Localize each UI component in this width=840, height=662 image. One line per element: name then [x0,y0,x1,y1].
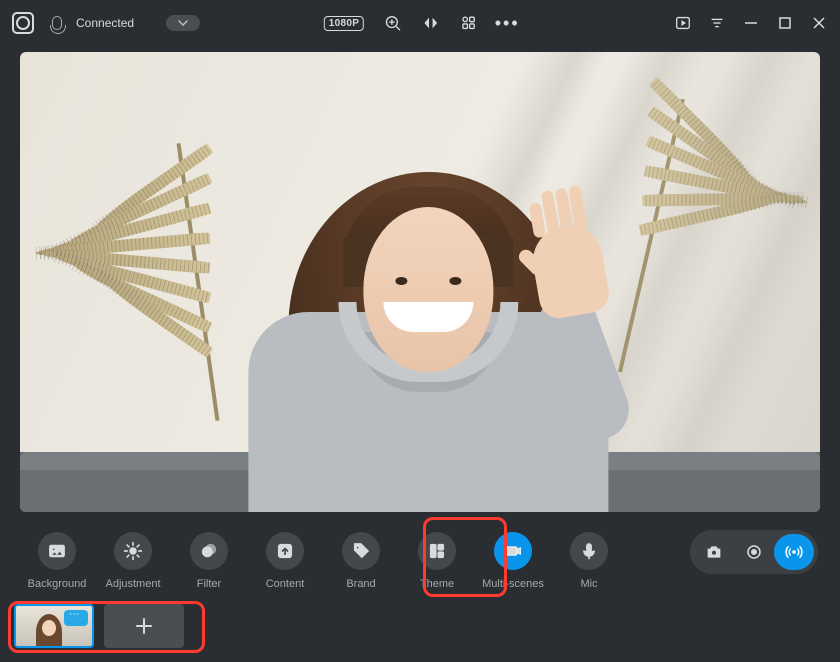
tool-label: Content [266,578,305,590]
title-bar: Connected 1080P ••• [0,0,840,46]
mirror-icon[interactable] [422,14,440,32]
tool-label: Filter [197,578,221,590]
tool-label: Adjustment [105,578,160,590]
minimize-button[interactable] [742,14,760,32]
close-button[interactable] [810,14,828,32]
tool-theme[interactable]: Theme [402,526,472,596]
tool-content[interactable]: Content [250,526,320,596]
scene-strip [14,604,184,648]
video-preview[interactable] [20,52,820,512]
grid-icon[interactable] [460,14,478,32]
mic-status-icon [52,16,62,30]
tool-label: Background [28,578,87,590]
tool-label: Brand [346,578,375,590]
tool-background[interactable]: Background [22,526,92,596]
pip-icon[interactable] [674,14,692,32]
action-group [690,530,818,574]
tool-brand[interactable]: Brand [326,526,396,596]
bottom-toolbar: Background Adjustment Filter Content Bra… [0,512,840,596]
zoom-in-icon[interactable] [384,14,402,32]
tool-multi-scenes[interactable]: Multi-scenes [478,526,548,596]
app-window: Connected 1080P ••• [0,0,840,662]
capture-group [690,530,818,574]
scene-thumbnail-1[interactable] [14,604,94,648]
decor-plant-left [20,82,250,462]
tool-mic[interactable]: Mic [554,526,624,596]
window-controls [674,14,828,32]
person-preview [218,112,638,512]
tool-label: Theme [420,578,454,590]
tool-adjustment[interactable]: Adjustment [98,526,168,596]
add-scene-button[interactable] [104,604,184,648]
broadcast-button[interactable] [774,534,814,570]
webcam-icon[interactable] [12,12,34,34]
record-button[interactable] [734,534,774,570]
more-icon[interactable]: ••• [498,14,516,32]
tool-label: Multi-scenes [482,578,544,590]
maximize-button[interactable] [776,14,794,32]
resolution-badge[interactable]: 1080P [324,16,364,31]
tool-label: Mic [580,578,597,590]
tool-filter[interactable]: Filter [174,526,244,596]
center-controls: 1080P ••• [324,14,516,32]
list-icon[interactable] [708,14,726,32]
status-dropdown[interactable] [166,15,200,31]
photo-button[interactable] [694,534,734,570]
connection-status: Connected [76,16,134,30]
